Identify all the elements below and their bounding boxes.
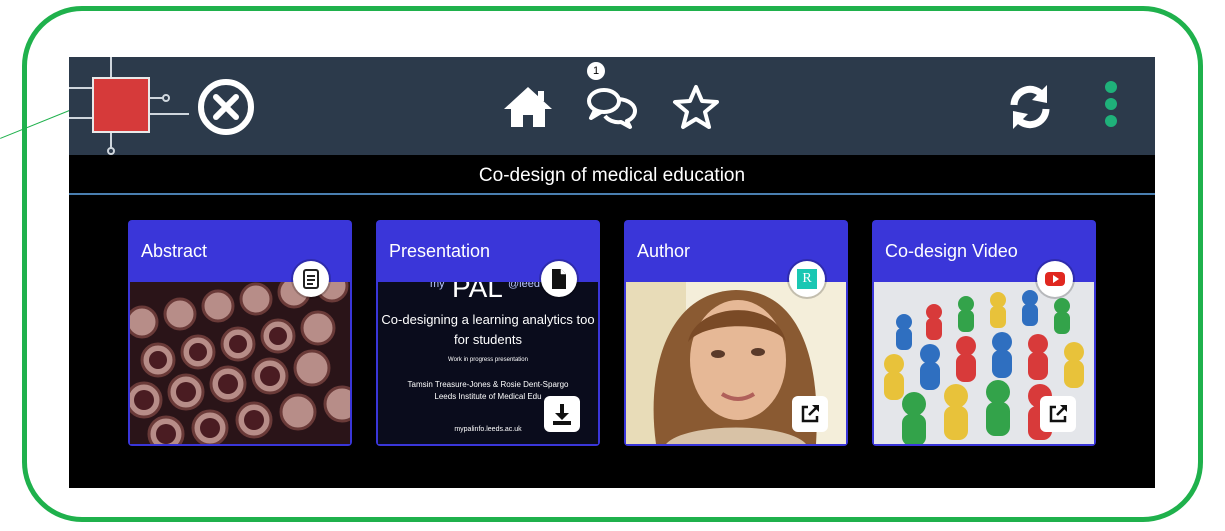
file-icon[interactable] — [541, 261, 577, 297]
star-icon[interactable] — [668, 79, 724, 135]
external-link-icon[interactable] — [1040, 396, 1076, 432]
youtube-icon[interactable] — [1037, 261, 1073, 297]
external-link-icon[interactable] — [792, 396, 828, 432]
card-title: Co-design Video — [885, 241, 1018, 261]
app-window: 1 Co-design of medical education Abstrac… — [69, 57, 1155, 488]
card-presentation[interactable]: Presentation my PAL @leed Co-designing a… — [376, 220, 600, 446]
card-title: Author — [637, 241, 691, 261]
card-title: Abstract — [141, 241, 208, 261]
slide-heading-line1: Co-designing a learning analytics too — [381, 312, 595, 327]
slide-note: Work in progress presentation — [448, 357, 528, 363]
card-title: Presentation — [389, 241, 491, 261]
researchgate-letter: R — [797, 269, 817, 289]
subtitle-bar: Co-design of medical education — [69, 155, 1155, 195]
researchgate-icon[interactable]: R — [789, 261, 825, 297]
app-logo-icon[interactable] — [69, 57, 189, 155]
typewriter-keys-image — [130, 282, 350, 444]
card-abstract[interactable]: Abstract — [128, 220, 352, 446]
chat-icon[interactable] — [583, 79, 639, 135]
slide-authors: Tamsin Treasure-Jones & Rosie Dent-Sparg… — [407, 380, 569, 389]
card-author[interactable]: Author R — [624, 220, 848, 446]
top-bar: 1 — [69, 57, 1155, 155]
document-icon[interactable] — [293, 261, 329, 297]
more-vertical-icon[interactable] — [1096, 79, 1126, 135]
slide-brand-prefix: my — [430, 282, 445, 290]
slide-brand-suffix: @leed — [508, 282, 540, 290]
sync-icon[interactable] — [1002, 79, 1058, 135]
close-icon[interactable] — [196, 77, 256, 137]
page-title: Co-design of medical education — [478, 165, 746, 186]
download-icon[interactable] — [544, 396, 580, 432]
slide-heading-line2: for students — [454, 332, 522, 347]
notification-badge: 1 — [587, 62, 605, 80]
slide-brand: PAL — [452, 282, 503, 303]
home-icon[interactable] — [500, 79, 556, 135]
card-co-design-video[interactable]: Co-design Video — [872, 220, 1096, 446]
